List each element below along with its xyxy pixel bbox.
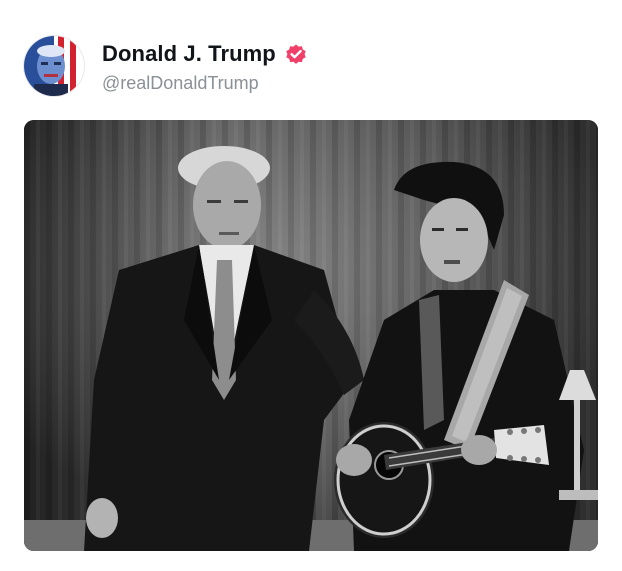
photo-illustration — [24, 120, 598, 551]
post-header: Donald J. Trump @realDonaldTrump — [24, 35, 308, 97]
post-image[interactable] — [24, 120, 598, 551]
post-card: Donald J. Trump @realDonaldTrump — [0, 0, 622, 571]
author-name-row: Donald J. Trump — [102, 39, 308, 69]
author-handle[interactable]: @realDonaldTrump — [102, 73, 308, 94]
avatar-portrait-icon — [24, 36, 84, 96]
author-display-name[interactable]: Donald J. Trump — [102, 41, 276, 67]
author-avatar[interactable] — [24, 36, 84, 96]
verified-badge-icon — [284, 42, 308, 66]
author-names: Donald J. Trump @realDonaldTrump — [102, 39, 308, 94]
